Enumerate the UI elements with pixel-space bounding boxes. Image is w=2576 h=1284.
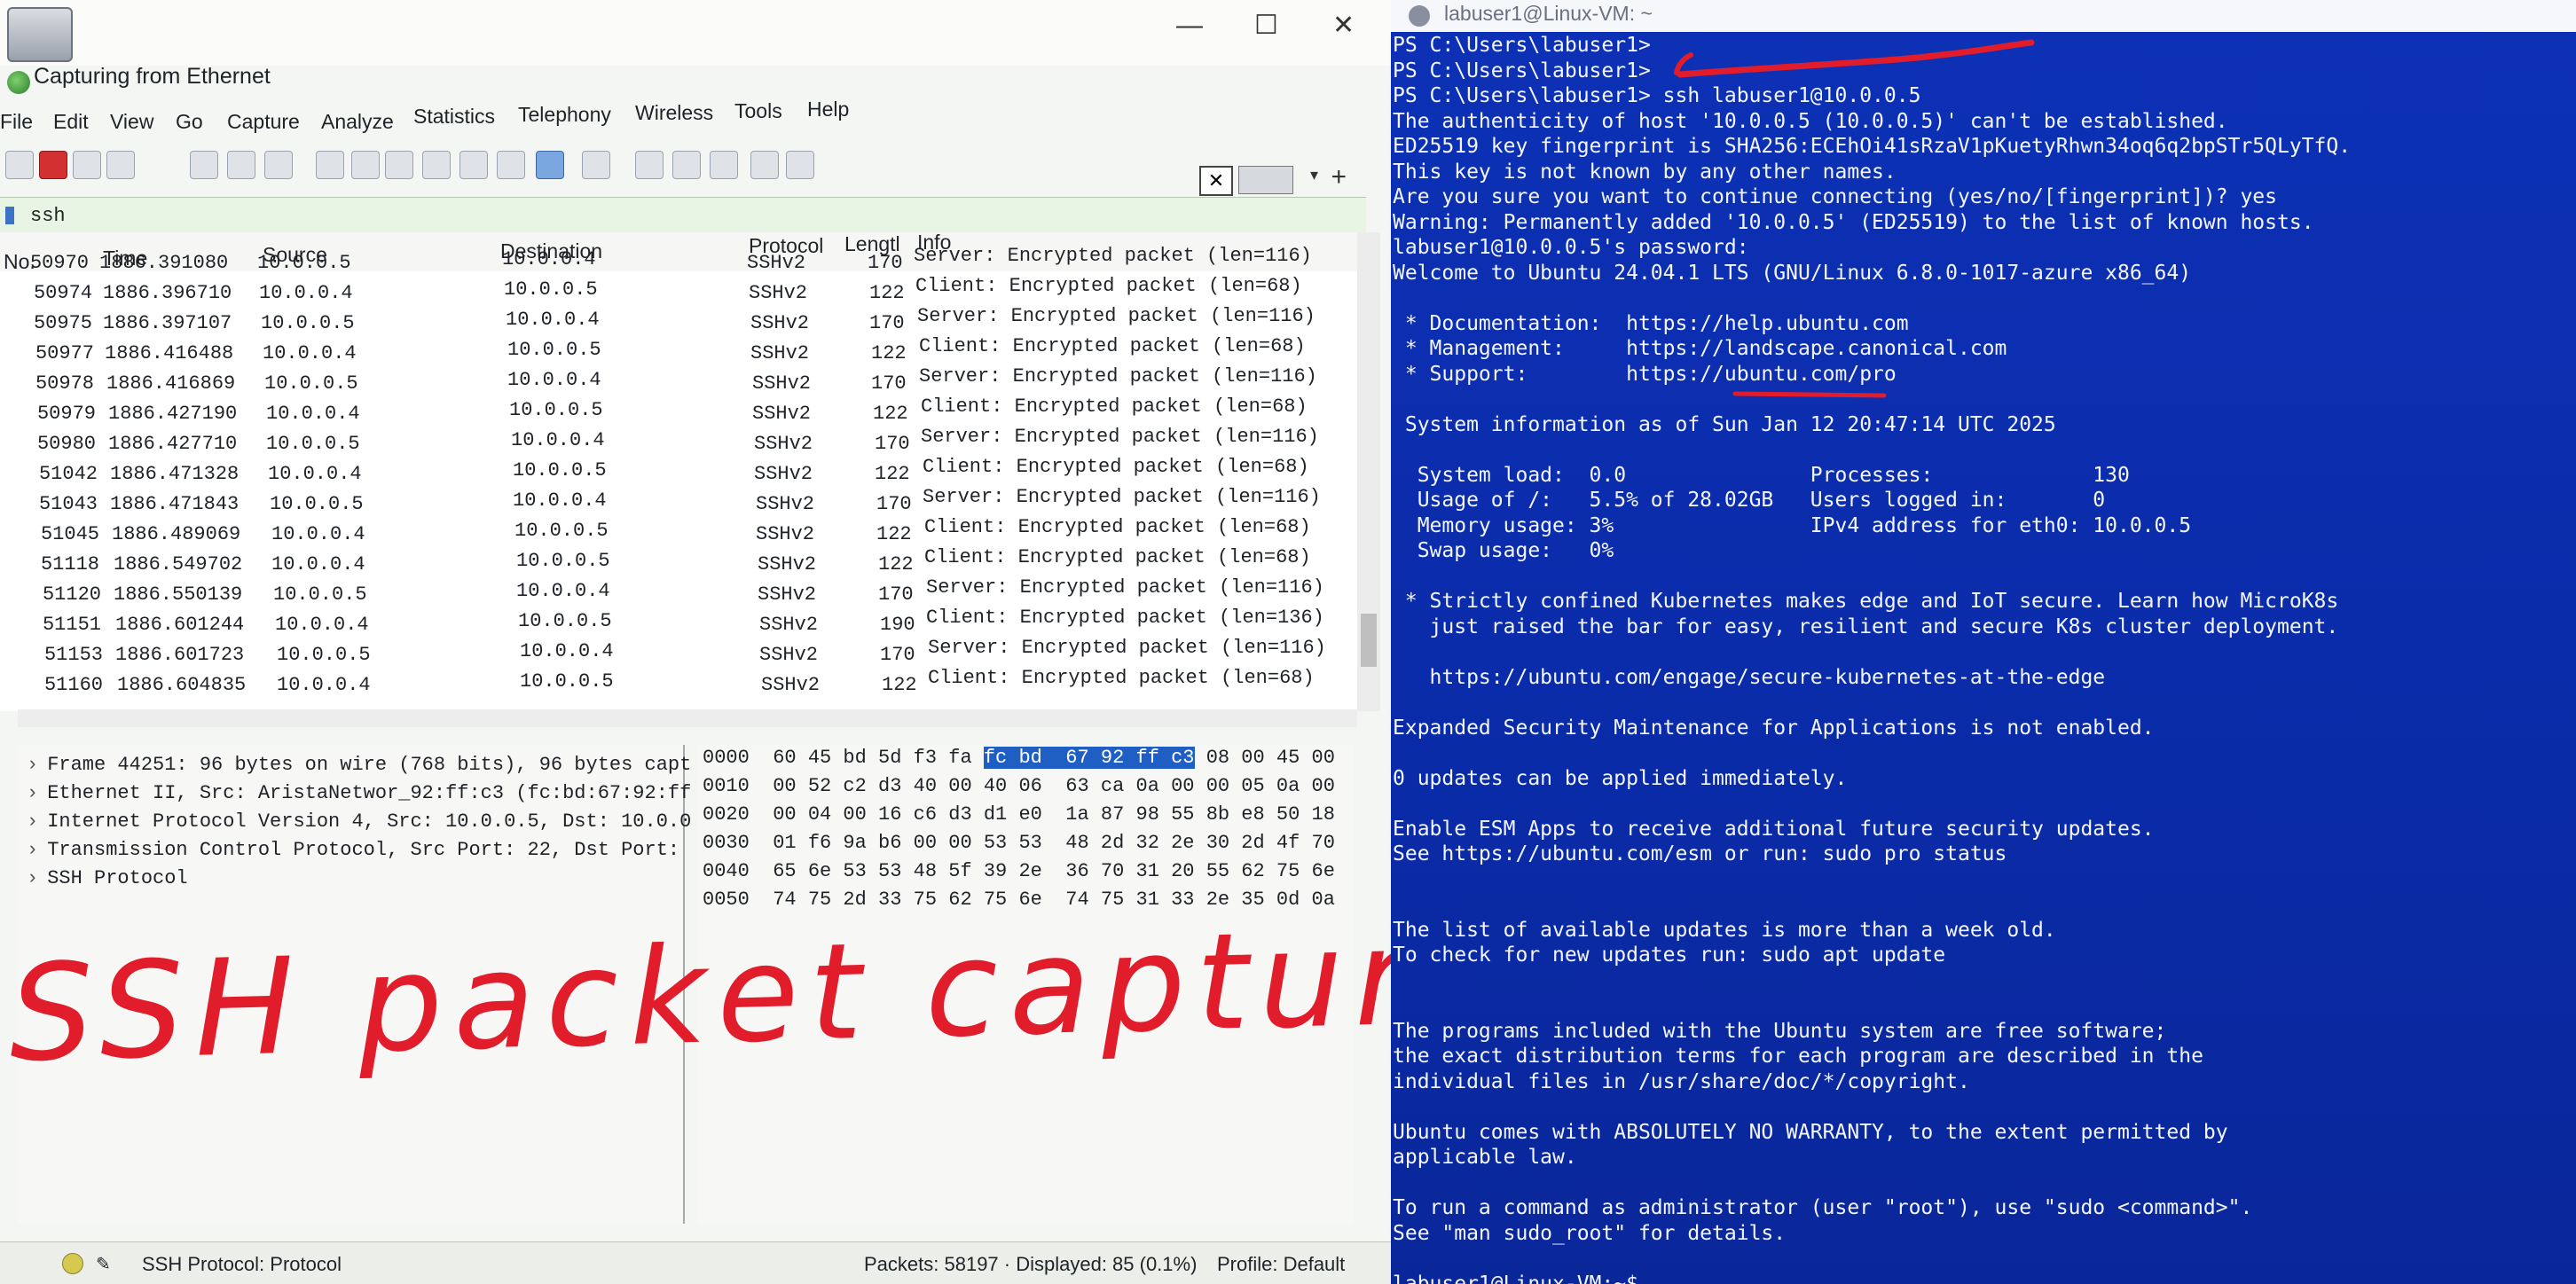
table-row[interactable]: 50978 1886.416869 10.0.0.5 10.0.0.4 SSHv2 170… (0, 365, 1357, 399)
status-profile[interactable]: Profile: Default (1217, 1253, 1345, 1276)
red-link-underline (1732, 391, 1887, 398)
table-row[interactable]: 50980 1886.427710 10.0.0.5 10.0.0.4 SSHv2 170… (0, 426, 1357, 459)
chevron-right-icon: › (27, 754, 39, 776)
last-packet-icon[interactable] (497, 151, 525, 179)
menu-edit[interactable]: Edit (53, 110, 89, 134)
status-bar: ✎ SSH Protocol: Protocol Packets: 58197 … (0, 1241, 1391, 1284)
bytes-row[interactable]: 0010 00 52 c2 d3 40 00 40 06 63 ca 0a 00… (703, 775, 1335, 802)
table-row[interactable]: 51153 1886.601723 10.0.0.5 10.0.0.4 SSHv2 170… (0, 637, 1357, 670)
find-packet-icon[interactable] (316, 151, 344, 179)
table-row[interactable]: 50979 1886.427190 10.0.0.4 10.0.0.5 SSHv2 122… (0, 395, 1357, 429)
detail-row-ethernet[interactable]: › Ethernet II, Src: AristaNetwor_92:ff:c3… (27, 782, 691, 809)
display-filter-bar: ssh ✕ ▾ + (0, 162, 1366, 234)
close-file-icon[interactable] (264, 151, 293, 179)
detail-row-frame[interactable]: › Frame 44251: 96 bytes on wire (768 bits… (27, 754, 691, 780)
table-row[interactable]: 51151 1886.601244 10.0.0.4 10.0.0.5 SSHv2 190… (0, 607, 1357, 640)
menu-analyze[interactable]: Analyze (321, 110, 394, 134)
main-toolbar (0, 147, 887, 186)
menu-help[interactable]: Help (807, 98, 849, 121)
autoscroll-icon[interactable] (536, 151, 564, 179)
menu-tools[interactable]: Tools (734, 99, 782, 123)
packet-list: 50970 1886.391080 10.0.0.5 10.0.0.4 SSHv2 170… (0, 245, 1357, 711)
restart-capture-icon[interactable] (73, 151, 101, 179)
wireshark-fin-icon (7, 71, 30, 94)
red-pen-marks (1674, 39, 2035, 398)
wireshark-window: — ☐ ✕ Capturing from Ethernet File Edit … (0, 0, 1391, 1284)
title-bar: — ☐ ✕ (0, 0, 1391, 66)
zoom-in-icon[interactable] (635, 151, 664, 179)
red-underline-mark (1677, 39, 2035, 78)
menu-capture[interactable]: Capture (227, 110, 300, 134)
apply-filter-icon[interactable] (1238, 166, 1293, 194)
resize-columns-icon[interactable] (750, 151, 779, 179)
open-file-icon[interactable] (190, 151, 218, 179)
menu-bar: File Edit View Go Capture Analyze Statis… (0, 98, 976, 145)
recycle-bin-icon[interactable] (7, 7, 73, 62)
table-row[interactable]: 51120 1886.550139 10.0.0.5 10.0.0.4 SSHv2 170… (0, 576, 1357, 610)
packet-list-hscrollbar[interactable] (18, 709, 1357, 727)
colorize-icon[interactable] (582, 151, 610, 179)
go-to-packet-icon[interactable] (422, 151, 451, 179)
menu-telephony[interactable]: Telephony (518, 103, 611, 127)
chevron-right-icon: › (27, 839, 39, 861)
red-tick-mark (1674, 52, 1693, 75)
packet-list-scrollbar[interactable] (1357, 232, 1380, 711)
table-row[interactable]: 51160 1886.604835 10.0.0.4 10.0.0.5 SSHv2 122… (0, 667, 1357, 701)
detail-row-tcp[interactable]: › Transmission Control Protocol, Src Port… (27, 839, 679, 865)
filter-bookmark-icon[interactable] (5, 207, 14, 224)
menu-wireless[interactable]: Wireless (635, 101, 713, 125)
minimize-button[interactable]: — (1176, 12, 1203, 39)
chevron-right-icon: › (27, 867, 39, 889)
scroll-thumb[interactable] (1361, 614, 1377, 667)
go-forward-icon[interactable] (385, 151, 413, 179)
chevron-right-icon: › (27, 810, 39, 833)
menu-file[interactable]: File (0, 110, 33, 134)
menu-statistics[interactable]: Statistics (413, 105, 495, 129)
expand-subtrees-icon[interactable] (786, 151, 814, 179)
table-row[interactable]: 51118 1886.549702 10.0.0.4 10.0.0.5 SSHv2 122… (0, 546, 1357, 580)
edit-comment-icon[interactable]: ✎ (96, 1253, 111, 1275)
highlighted-bytes: fc bd 67 92 ff c3 (983, 747, 1195, 769)
table-row[interactable]: 50970 1886.391080 10.0.0.5 10.0.0.4 SSHv2 170… (0, 245, 1357, 278)
bytes-row[interactable]: 0040 65 6e 53 53 48 5f 39 2e 36 70 31 20… (703, 860, 1335, 887)
close-button[interactable]: ✕ (1332, 12, 1355, 39)
maximize-button[interactable]: ☐ (1254, 12, 1278, 39)
expert-info-icon[interactable] (62, 1253, 83, 1274)
table-row[interactable]: 51042 1886.471328 10.0.0.4 10.0.0.5 SSHv2 122… (0, 456, 1357, 489)
normal-size-icon[interactable] (710, 151, 738, 179)
go-back-icon[interactable] (351, 151, 380, 179)
detail-row-ssh[interactable]: › SSH Protocol (27, 867, 188, 894)
terminal-window: labuser1@Linux-VM: ~ PS C:\Users\labuser… (1391, 0, 2576, 1284)
table-row[interactable]: 50977 1886.416488 10.0.0.4 10.0.0.5 SSHv2 122… (0, 335, 1357, 369)
bytes-row[interactable]: 0000 60 45 bd 5d f3 fa fc bd 67 92 ff c3… (703, 747, 1335, 773)
add-filter-button-icon[interactable]: + (1331, 162, 1347, 192)
table-row[interactable]: 50975 1886.397107 10.0.0.5 10.0.0.4 SSHv2 170… (0, 305, 1357, 339)
chevron-right-icon: › (27, 782, 39, 804)
window-title: Capturing from Ethernet (34, 64, 271, 89)
status-packets: Packets: 58197 · Displayed: 85 (0.1%) (864, 1253, 1198, 1275)
zoom-out-icon[interactable] (672, 151, 701, 179)
table-row[interactable]: 50974 1886.396710 10.0.0.4 10.0.0.5 SSHv2 122… (0, 275, 1357, 309)
status-field: SSH Protocol: Protocol (142, 1253, 342, 1275)
detail-row-ipv4[interactable]: › Internet Protocol Version 4, Src: 10.0.… (27, 810, 691, 837)
table-row[interactable]: 51043 1886.471843 10.0.0.5 10.0.0.4 SSHv2 170… (0, 486, 1357, 520)
start-capture-icon[interactable] (5, 151, 34, 179)
save-file-icon[interactable] (227, 151, 255, 179)
menu-go[interactable]: Go (176, 110, 203, 134)
bytes-row[interactable]: 0030 01 f6 9a b6 00 00 53 53 48 2d 32 2e… (703, 832, 1335, 858)
first-packet-icon[interactable] (459, 151, 488, 179)
bytes-row[interactable]: 0020 00 04 00 16 c6 d3 d1 e0 1a 87 98 55… (703, 803, 1335, 830)
capture-options-icon[interactable] (106, 151, 135, 179)
table-row[interactable]: 51045 1886.489069 10.0.0.4 10.0.0.5 SSHv2 122… (0, 516, 1357, 550)
stop-capture-icon[interactable] (39, 151, 67, 179)
filter-history-dropdown-icon[interactable]: ▾ (1310, 166, 1318, 184)
display-filter-input[interactable]: ssh (30, 205, 66, 227)
menu-view[interactable]: View (110, 110, 153, 134)
clear-filter-icon[interactable]: ✕ (1199, 166, 1233, 196)
